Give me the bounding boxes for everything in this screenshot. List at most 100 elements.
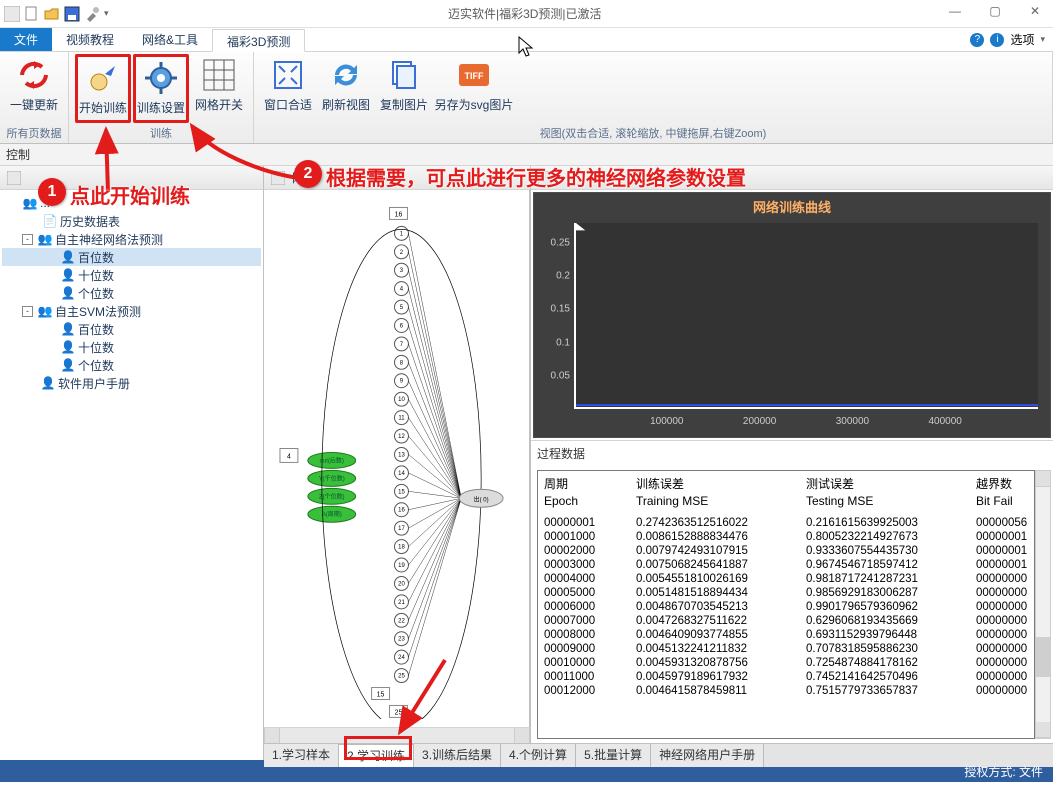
tree-manual[interactable]: 👤软件用户手册 (2, 374, 261, 392)
help-icon[interactable]: ? (970, 33, 984, 47)
table-row: 000100000.00459313208787560.725487488417… (544, 656, 1028, 670)
table-row: 000110000.00459791896179320.745214164257… (544, 670, 1028, 684)
person-icon: 👤 (60, 249, 76, 265)
svg-text:TIFF: TIFF (465, 71, 484, 81)
tab-network-tools[interactable]: 网络&工具 (128, 28, 212, 51)
diagram-tab-label: 网 (292, 169, 304, 186)
chart-toolbar (531, 166, 1053, 190)
svg-text:24: 24 (398, 655, 405, 661)
copy-icon (385, 56, 423, 94)
svg-text:25: 25 (398, 674, 405, 680)
chart-title: 网络训练曲线 (534, 197, 1050, 216)
control-panel-header: 控制 (0, 144, 1053, 166)
expand-icon (269, 56, 307, 94)
start-training-button[interactable]: 开始训练 (75, 54, 131, 123)
table-row: 000120000.00464158784598110.751577973365… (544, 684, 1028, 698)
tree-hidden-top[interactable]: 👥... (2, 194, 261, 212)
training-settings-button[interactable]: 训练设置 (133, 54, 189, 123)
tree-nn-hundreds[interactable]: 👤百位数 (2, 248, 261, 266)
close-button[interactable]: ✕ (1021, 4, 1049, 24)
table-row: 000000010.27423635125160220.216161563992… (544, 516, 1028, 530)
grid-icon (200, 56, 238, 94)
tree-svm-tens[interactable]: 👤十位数 (2, 338, 261, 356)
cursor-icon (518, 36, 536, 60)
open-icon[interactable] (44, 6, 60, 22)
table-header-en: Epoch Training MSE Testing MSE Bit Fail (544, 494, 1028, 508)
training-chart[interactable]: 网络训练曲线 0.050.10.150.20.25 10000020000030… (531, 190, 1053, 440)
maximize-button[interactable]: ▢ (981, 4, 1009, 24)
process-data-panel: 周期 训练误差 测试误差 越界数 Epoch Training MSE Test… (531, 466, 1053, 743)
tab-nn-manual[interactable]: 神经网络用户手册 (651, 744, 764, 767)
tree-toolbar (0, 166, 263, 190)
process-vscroll[interactable] (1035, 470, 1051, 739)
svg-text:19: 19 (398, 563, 405, 569)
new-icon[interactable] (24, 6, 40, 22)
tab-fc3d[interactable]: 福彩3D预测 (212, 29, 305, 52)
collapse-icon[interactable]: - (22, 234, 33, 245)
svg-text:20: 20 (398, 581, 405, 587)
table-row: 000010000.00861528888344760.800523221492… (544, 530, 1028, 544)
table-row: 000080000.00464090937748550.693115293979… (544, 628, 1028, 642)
diagram-panel: 网 4 out(后数)Y(千位数)Z(个位数)A(周期) 12345678910… (264, 166, 530, 743)
info-icon[interactable]: i (990, 33, 1004, 47)
tools-icon[interactable] (84, 6, 100, 22)
tree-panel: 👥... 📄历史数据表 -👥自主神经网络法预测 👤百位数 👤十位数 👤个位数 -… (0, 166, 264, 760)
person-icon: 👤 (40, 375, 56, 391)
svg-text:out(后数): out(后数) (320, 456, 344, 464)
table-row: 000050000.00514815188944340.985692918300… (544, 586, 1028, 600)
person-icon: 👤 (60, 321, 76, 337)
save-icon[interactable] (64, 6, 80, 22)
table-row: 000020000.00797424931079150.933360755443… (544, 544, 1028, 558)
svg-text:15: 15 (377, 691, 385, 698)
tab-video[interactable]: 视频教程 (52, 28, 128, 51)
ribbon-group-update: 一键更新 所有页数据 (0, 52, 69, 143)
svg-text:14: 14 (398, 471, 405, 477)
fit-window-button[interactable]: 窗口合适 (260, 54, 316, 123)
group-icon: 👥 (22, 195, 38, 211)
options-label[interactable]: 选项 (1010, 31, 1034, 48)
svg-text:23: 23 (398, 637, 405, 643)
update-button[interactable]: 一键更新 (6, 54, 62, 123)
save-svg-button[interactable]: TIFF 另存为svg图片 (434, 54, 514, 123)
tree-svm-group[interactable]: -👥自主SVM法预测 (2, 302, 261, 320)
table-header-cn: 周期 训练误差 测试误差 越界数 (544, 475, 1028, 492)
svg-text:16: 16 (395, 211, 403, 218)
collapse-icon[interactable]: - (22, 306, 33, 317)
title-bar: ▾ 迈实软件|福彩3D预测|已激活 — ▢ ✕ (0, 0, 1053, 28)
process-data-table[interactable]: 周期 训练误差 测试误差 越界数 Epoch Training MSE Test… (537, 470, 1035, 739)
refresh-blue-icon (327, 56, 365, 94)
grid-toggle-button[interactable]: 网格开关 (191, 54, 247, 123)
person-icon: 👤 (60, 267, 76, 283)
svg-text:Z(个位数): Z(个位数) (319, 492, 345, 500)
network-diagram[interactable]: 4 out(后数)Y(千位数)Z(个位数)A(周期) 1234567891011… (264, 190, 530, 727)
diagram-tool-icon[interactable] (270, 170, 286, 186)
tree-nn-ones[interactable]: 👤个位数 (2, 284, 261, 302)
tab-file[interactable]: 文件 (0, 28, 52, 51)
tree-nn-tens[interactable]: 👤十位数 (2, 266, 261, 284)
tree-tool-icon[interactable] (6, 170, 22, 186)
svg-text:18: 18 (398, 545, 405, 551)
svg-text:Y(千位数): Y(千位数) (319, 474, 345, 482)
minimize-button[interactable]: — (941, 4, 969, 24)
group-icon: 👥 (37, 231, 53, 247)
annotation-tab-highlight (344, 736, 412, 760)
tree-svm-ones[interactable]: 👤个位数 (2, 356, 261, 374)
window-title: 迈实软件|福彩3D预测|已激活 (109, 5, 941, 22)
tab-single[interactable]: 4.个例计算 (501, 744, 576, 767)
tab-results[interactable]: 3.训练后结果 (414, 744, 501, 767)
tab-samples[interactable]: 1.学习样本 (264, 744, 339, 767)
diagram-toolbar: 网 (264, 166, 530, 190)
ribbon-group-view: 窗口合适 刷新视图 复制图片 TIFF 另存为svg图片 视图(双击合适, 滚轮… (254, 52, 1053, 143)
copy-image-button[interactable]: 复制图片 (376, 54, 432, 123)
options-dropdown-icon[interactable]: ▾ (1040, 34, 1045, 45)
svg-text:22: 22 (398, 618, 405, 624)
person-icon: 👤 (60, 285, 76, 301)
tree-svm-hundreds[interactable]: 👤百位数 (2, 320, 261, 338)
chart-tool-icon[interactable] (537, 170, 553, 186)
tree-history[interactable]: 📄历史数据表 (2, 212, 261, 230)
refresh-view-button[interactable]: 刷新视图 (318, 54, 374, 123)
table-icon: 📄 (42, 213, 58, 229)
tab-batch[interactable]: 5.批量计算 (576, 744, 651, 767)
tree-nn-group[interactable]: -👥自主神经网络法预测 (2, 230, 261, 248)
app-icon (4, 6, 20, 22)
